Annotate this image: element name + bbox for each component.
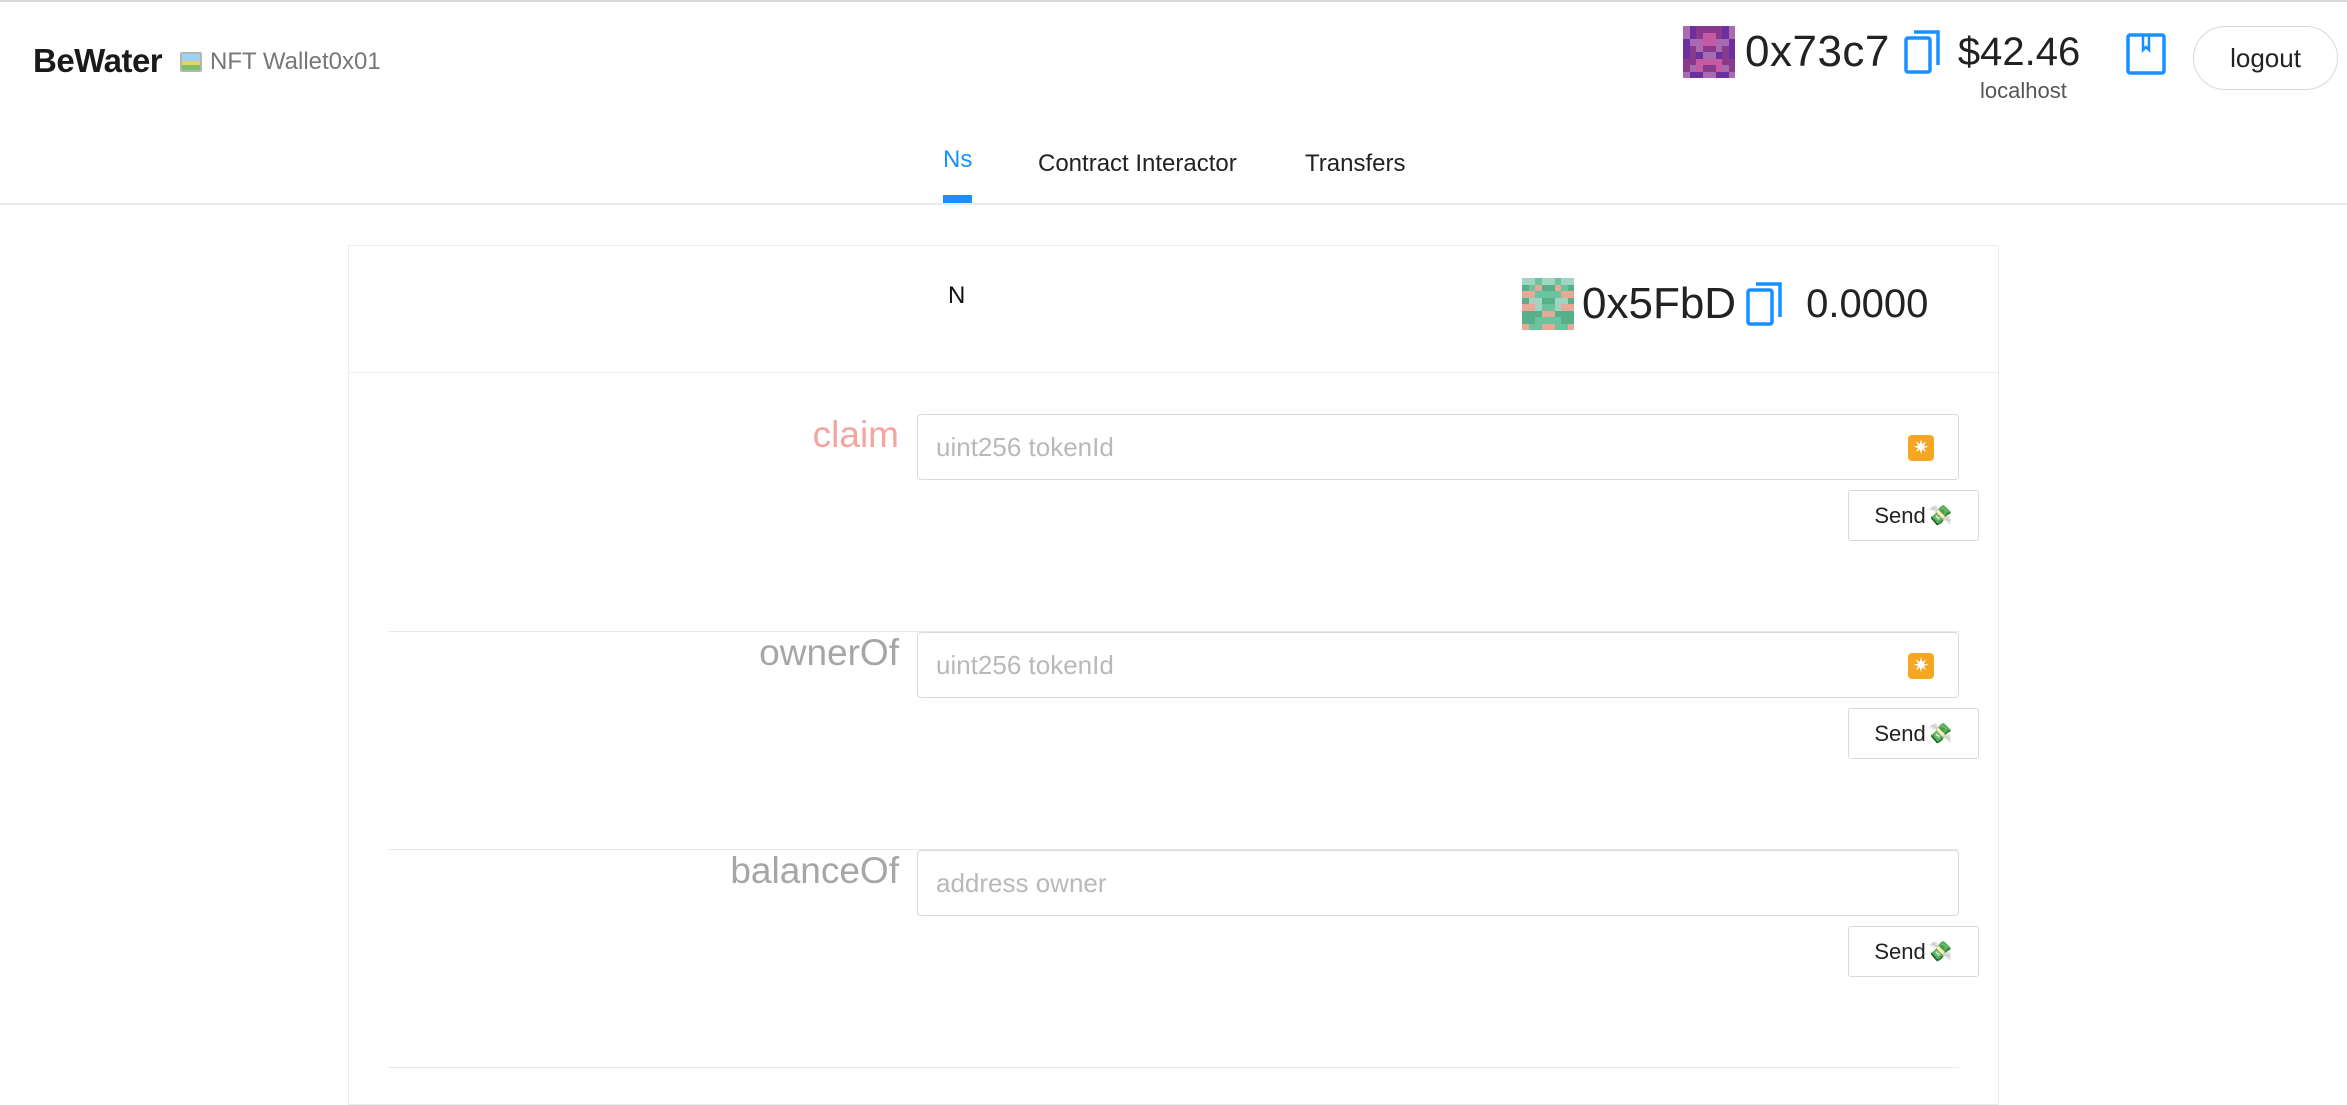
tab-transfers[interactable]: Transfers	[1305, 150, 1405, 178]
money-wings-icon: 💸	[1927, 941, 1953, 963]
logout-button[interactable]: logout	[2193, 26, 2338, 90]
claim-tokenid-input[interactable]	[917, 414, 1959, 480]
contract-card: N 0x5FbD 0.0000 claim ✷ Send 💸 ownerOf ✷…	[348, 245, 1999, 1105]
address-book-icon[interactable]	[2125, 32, 2167, 76]
function-row-balanceof: balanceOf Send 💸	[389, 850, 1979, 1068]
contract-balance: 0.0000	[1806, 281, 1929, 326]
function-label-balanceof: balanceOf	[730, 850, 899, 891]
function-label-claim: claim	[812, 414, 899, 455]
account-address[interactable]: 0x73c7	[1745, 27, 1890, 77]
app-subtitle: NFT Wallet0x01	[180, 48, 381, 76]
money-wings-icon: 💸	[1927, 505, 1953, 527]
tab-contract-interactor[interactable]: Contract Interactor	[1038, 150, 1237, 178]
contract-account-display: 0x5FbD 0.0000	[1522, 276, 1928, 332]
ownerof-tokenid-input[interactable]	[917, 632, 1959, 698]
star-icon[interactable]: ✷	[1908, 435, 1934, 461]
subtitle-text: NFT Wallet0x01	[210, 48, 381, 75]
picture-frame-icon	[180, 52, 202, 72]
ownerof-send-button[interactable]: Send 💸	[1848, 708, 1979, 759]
send-label: Send	[1874, 502, 1926, 528]
function-row-claim: claim ✷ Send 💸	[389, 414, 1979, 632]
account-blockie-avatar	[1683, 26, 1735, 78]
network-name: localhost	[1980, 78, 2067, 103]
tab-ns[interactable]: Ns	[943, 146, 972, 174]
send-label: Send	[1874, 720, 1926, 746]
money-wings-icon: 💸	[1927, 723, 1953, 745]
account-display: 0x73c7 $42.46	[1683, 22, 2080, 82]
balanceof-send-button[interactable]: Send 💸	[1848, 926, 1979, 977]
contract-name: N	[948, 282, 966, 309]
active-tab-indicator	[943, 195, 972, 203]
send-label: Send	[1874, 938, 1926, 964]
contract-blockie-avatar	[1522, 278, 1574, 330]
function-row-ownerof: ownerOf ✷ Send 💸	[389, 632, 1979, 850]
tab-bar: Ns Contract Interactor Transfers	[0, 140, 2347, 205]
contract-card-header: N 0x5FbD 0.0000	[349, 246, 1998, 373]
function-label-ownerof: ownerOf	[759, 632, 899, 673]
claim-send-button[interactable]: Send 💸	[1848, 490, 1979, 541]
header: BeWater NFT Wallet0x01 0x73c7 $42.46 loc…	[0, 0, 2347, 205]
brand-title[interactable]: BeWater	[33, 42, 163, 80]
copy-icon[interactable]	[1746, 281, 1784, 327]
balanceof-owner-input[interactable]	[917, 850, 1959, 916]
contract-address[interactable]: 0x5FbD	[1582, 279, 1736, 329]
account-balance: $42.46	[1957, 29, 2081, 74]
copy-icon[interactable]	[1904, 29, 1942, 75]
star-icon[interactable]: ✷	[1908, 653, 1934, 679]
